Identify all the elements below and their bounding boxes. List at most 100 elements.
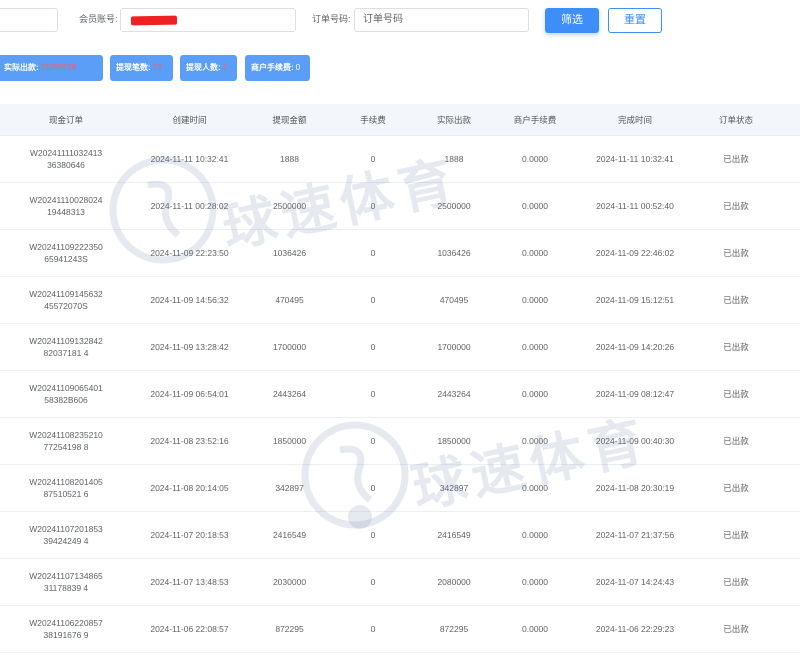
- cell-order-text: W2024110622085738191676 9: [29, 618, 103, 640]
- header-completed: 完成时间: [617, 115, 652, 125]
- cell-amount: 2416549: [247, 512, 332, 558]
- cell-actual: 872295: [414, 606, 494, 652]
- table-row[interactable]: W2024110713486531178839 4 2024-11-07 13:4…: [0, 559, 800, 606]
- cell-created-text: 2024-11-09 14:56:32: [150, 295, 229, 305]
- cell-merchant-fee: 0.0000: [494, 136, 576, 182]
- cell-fee-text: 0: [370, 436, 376, 446]
- cell-order: W2024110913284282037181 4: [0, 324, 132, 370]
- stat-label: 提现人数:: [186, 63, 221, 72]
- order-number-label: 订单号码:: [312, 14, 351, 24]
- cell-actual-text: 2416549: [437, 530, 471, 540]
- cell-completed-text: 2024-11-06 22:29:23: [595, 624, 675, 634]
- cell-actual-text: 1700000: [437, 342, 471, 352]
- table-row[interactable]: W2024111002802419448313 2024-11-11 00:28:…: [0, 183, 800, 230]
- cell-merchant-fee: 0.0000: [494, 606, 576, 652]
- table-row[interactable]: W2024111103241336380646 2024-11-11 10:32:…: [0, 136, 800, 183]
- cell-created: 2024-11-09 14:56:32: [132, 277, 247, 323]
- table-row[interactable]: W2024110823521077254198 8 2024-11-08 23:5…: [0, 418, 800, 465]
- stat-label: 实际出款:: [4, 63, 39, 72]
- cell-merchant-fee-text: 0.0000: [522, 389, 548, 399]
- cell-amount: 1850000: [247, 418, 332, 464]
- table-row[interactable]: W2024110820140587510521 6 2024-11-08 20:1…: [0, 465, 800, 512]
- cell-status: 已出款: [694, 559, 778, 605]
- cell-merchant-fee: 0.0000: [494, 418, 576, 464]
- reset-button[interactable]: 重置: [608, 8, 662, 33]
- cell-actual: 1036426: [414, 230, 494, 276]
- stat-withdraw-count: 提现笔数: 12: [110, 55, 173, 81]
- stat-label: 商户手续费:: [251, 63, 294, 72]
- cell-actual: 470495: [414, 277, 494, 323]
- cell-completed: 2024-11-09 14:20:26: [576, 324, 694, 370]
- cell-amount-text: 2500000: [272, 201, 307, 211]
- table-row[interactable]: W2024110720185339424249 4 2024-11-07 20:1…: [0, 512, 800, 559]
- previous-filter-input[interactable]: [0, 8, 58, 32]
- cell-amount: 1036426: [247, 230, 332, 276]
- cell-completed-text: 2024-11-11 00:52:40: [596, 201, 674, 211]
- cell-amount: 470495: [247, 277, 332, 323]
- cell-completed: 2024-11-09 15:12:51: [576, 277, 694, 323]
- cell-created-text: 2024-11-08 23:52:16: [150, 436, 229, 446]
- cell-order-text: W2024110922235065941243S: [29, 242, 103, 264]
- table-row[interactable]: W2024110622085738191676 9 2024-11-06 22:0…: [0, 606, 800, 653]
- cell-status: 已出款: [694, 465, 778, 511]
- member-account-input[interactable]: [120, 8, 296, 32]
- cell-merchant-fee: 0.0000: [494, 230, 576, 276]
- cell-amount-text: 1850000: [272, 436, 307, 446]
- stat-value: 0: [295, 63, 301, 72]
- cell-status-text: 已出款: [723, 530, 749, 540]
- cell-merchant-fee-text: 0.0000: [522, 483, 548, 493]
- cell-completed: 2024-11-09 22:46:02: [576, 230, 694, 276]
- cell-status: 已出款: [694, 324, 778, 370]
- cell-fee: 0: [332, 230, 414, 276]
- cell-actual-text: 1888: [444, 154, 464, 164]
- order-number-input[interactable]: 订单号码: [354, 8, 529, 32]
- table-row[interactable]: W2024110906540158382B606 2024-11-09 06:54…: [0, 371, 800, 418]
- cell-order: W2024110713486531178839 4: [0, 559, 132, 605]
- cell-status-text: 已出款: [723, 436, 749, 446]
- cell-actual: 342897: [414, 465, 494, 511]
- cell-amount: 2030000: [247, 559, 332, 605]
- cell-merchant-fee: 0.0000: [494, 465, 576, 511]
- stat-value: 15299528: [40, 63, 77, 72]
- cell-completed-text: 2024-11-07 14:24:43: [595, 577, 675, 587]
- cell-created-text: 2024-11-08 20:14:05: [150, 483, 229, 493]
- cell-created-text: 2024-11-09 22:23:50: [150, 248, 229, 258]
- cell-actual: 1888: [414, 136, 494, 182]
- cell-merchant-fee: 0.0000: [494, 371, 576, 417]
- table-row[interactable]: W2024110922235065941243S 2024-11-09 22:23…: [0, 230, 800, 277]
- filter-button[interactable]: 筛选: [545, 8, 599, 33]
- cell-fee: 0: [332, 512, 414, 558]
- cell-amount-text: 1036426: [272, 248, 307, 258]
- filter-bar: 会员账号: 订单号码: 订单号码 筛选 重置: [0, 0, 800, 42]
- cell-order-text: W2024111002802419448313: [29, 195, 103, 217]
- cell-completed: 2024-11-08 20:30:19: [576, 465, 694, 511]
- cell-created: 2024-11-08 20:14:05: [132, 465, 247, 511]
- cell-fee: 0: [332, 606, 414, 652]
- cell-order-text: W2024110713486531178839 4: [29, 571, 103, 593]
- cell-order: W2024110922235065941243S: [0, 230, 132, 276]
- stat-label: 提现笔数:: [116, 63, 151, 72]
- cell-merchant-fee-text: 0.0000: [522, 530, 548, 540]
- cell-order-text: W2024110820140587510521 6: [29, 477, 103, 499]
- cell-order-text: W2024110720185339424249 4: [29, 524, 103, 546]
- cell-order-text: W2024110913284282037181 4: [29, 336, 103, 358]
- cell-created-text: 2024-11-07 13:48:53: [150, 577, 229, 587]
- table-row[interactable]: W2024110914563245572070S 2024-11-09 14:56…: [0, 277, 800, 324]
- cell-actual: 2080000: [414, 559, 494, 605]
- header-amount: 提现金额: [272, 115, 307, 125]
- cell-fee: 0: [332, 277, 414, 323]
- cell-completed: 2024-11-07 14:24:43: [576, 559, 694, 605]
- cell-fee-text: 0: [370, 248, 376, 258]
- cell-merchant-fee: 0.0000: [494, 183, 576, 229]
- cell-status-text: 已出款: [723, 577, 749, 587]
- cell-merchant-fee-text: 0.0000: [522, 295, 548, 305]
- cell-actual-text: 2080000: [437, 577, 471, 587]
- cell-completed-text: 2024-11-09 22:46:02: [595, 248, 675, 258]
- cell-status: 已出款: [694, 606, 778, 652]
- cell-order: W2024111002802419448313: [0, 183, 132, 229]
- cell-status-text: 已出款: [723, 154, 749, 164]
- cell-amount-text: 470495: [275, 295, 304, 305]
- cell-merchant-fee-text: 0.0000: [522, 436, 548, 446]
- cell-merchant-fee-text: 0.0000: [522, 342, 548, 352]
- table-row[interactable]: W2024110913284282037181 4 2024-11-09 13:2…: [0, 324, 800, 371]
